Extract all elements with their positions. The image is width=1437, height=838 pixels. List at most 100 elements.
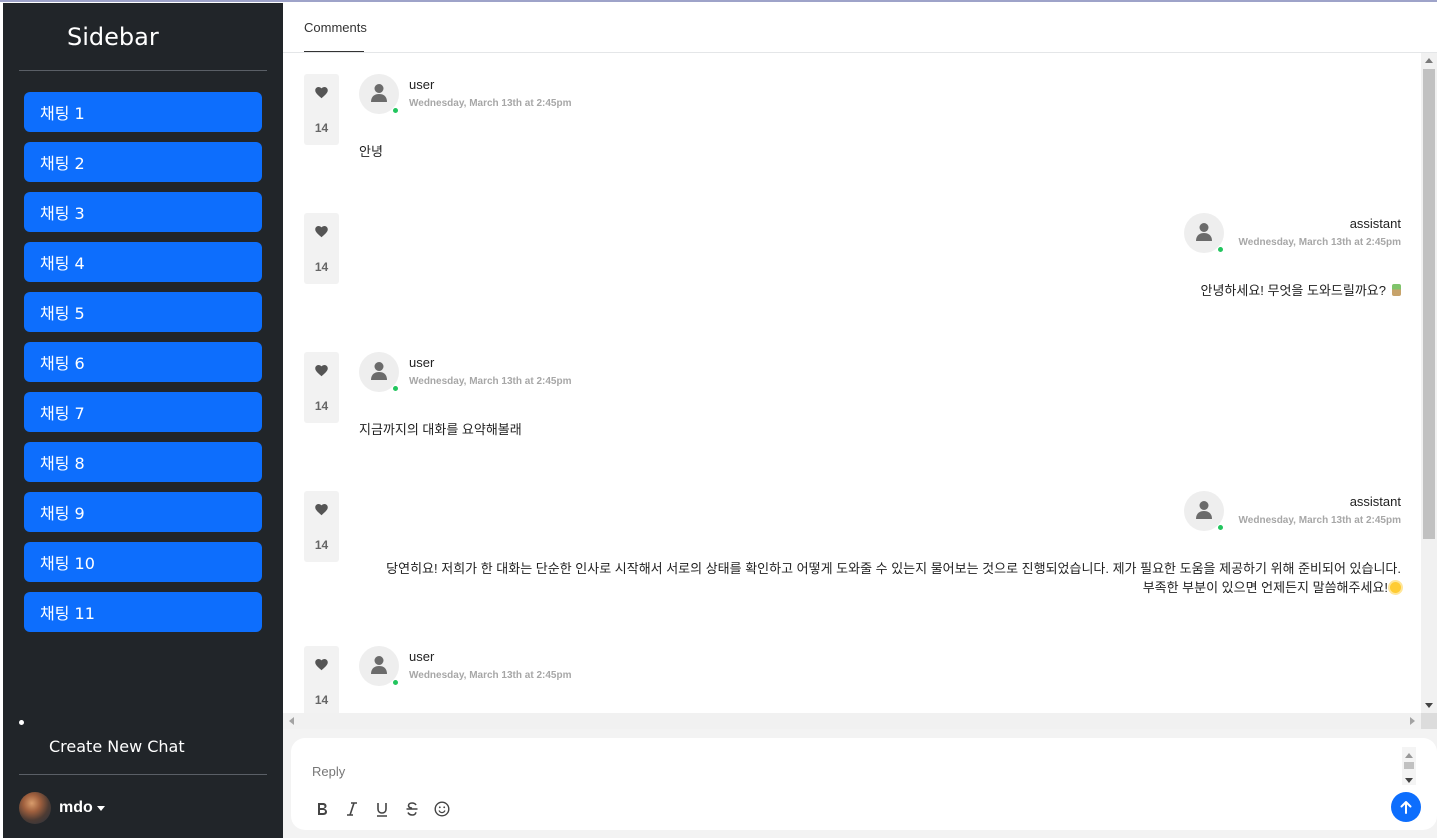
scroll-down-arrow-icon[interactable] <box>1425 703 1433 708</box>
profile-dropdown[interactable]: mdo <box>19 791 105 825</box>
tab-comments[interactable]: Comments <box>304 20 367 52</box>
comment-author: user <box>409 77 435 92</box>
heart-icon[interactable] <box>314 502 329 516</box>
like-box: 14 <box>304 646 339 713</box>
scrollbar-thumb[interactable] <box>1404 762 1414 769</box>
comment-author: user <box>409 355 435 370</box>
chat-item-3[interactable]: 채팅 3 <box>24 192 262 232</box>
chat-item-2[interactable]: 채팅 2 <box>24 142 262 182</box>
user-icon <box>1196 501 1212 519</box>
like-count: 14 <box>314 399 329 413</box>
heart-icon[interactable] <box>314 363 329 377</box>
like-box: 14 <box>304 491 339 562</box>
chat-item-4[interactable]: 채팅 4 <box>24 242 262 282</box>
avatar <box>359 646 399 686</box>
scrollbar-corner <box>1421 713 1437 729</box>
comment-author: assistant <box>1349 216 1401 231</box>
scroll-left-arrow-icon[interactable] <box>289 717 294 725</box>
caret-down-icon <box>96 805 105 811</box>
italic-icon <box>347 802 357 816</box>
comment-text-line-2: 부족한 부분이 있으면 언제든지 말씀해주세요! <box>386 578 1401 597</box>
main-panel: Comments 14 user Wednesday, March 13th a… <box>283 2 1437 838</box>
underline-button[interactable] <box>367 798 397 820</box>
comment-text: 안녕하세요! 무엇을 도와드릴까요? <box>1200 283 1386 298</box>
strikethrough-button[interactable] <box>397 798 427 820</box>
profile-name: mdo <box>59 799 93 816</box>
scroll-up-arrow-icon[interactable] <box>1405 753 1413 758</box>
like-count: 14 <box>314 260 329 274</box>
chat-list: 채팅 1 채팅 2 채팅 3 채팅 4 채팅 5 채팅 6 채팅 7 채팅 8 … <box>24 92 262 642</box>
list-bullet <box>19 720 24 725</box>
create-new-chat-button[interactable]: Create New Chat <box>49 737 185 756</box>
bold-icon <box>318 803 327 815</box>
user-icon <box>371 84 387 102</box>
vertical-scrollbar[interactable] <box>1421 53 1437 713</box>
comment-body: 지금까지의 대화를 요약해볼래 <box>359 420 522 439</box>
chat-item-5[interactable]: 채팅 5 <box>24 292 262 332</box>
user-icon <box>371 656 387 674</box>
avatar <box>1184 213 1224 253</box>
comment-body: 안녕하세요! 무엇을 도와드릴까요? <box>1200 281 1401 300</box>
comment-timestamp: Wednesday, March 13th at 2:45pm <box>1238 515 1401 526</box>
chat-item-10[interactable]: 채팅 10 <box>24 542 262 582</box>
like-box: 14 <box>304 213 339 284</box>
potted-plant-icon <box>1392 284 1401 296</box>
horizontal-scrollbar[interactable] <box>283 713 1421 729</box>
chat-item-8[interactable]: 채팅 8 <box>24 442 262 482</box>
online-indicator <box>392 107 399 114</box>
underline-icon <box>377 803 387 817</box>
strikethrough-icon <box>406 802 418 816</box>
tab-bar: Comments <box>283 2 1437 53</box>
send-button[interactable] <box>1391 792 1421 822</box>
heart-icon[interactable] <box>314 657 329 671</box>
sidebar-title: Sidebar <box>67 23 159 51</box>
scroll-up-arrow-icon[interactable] <box>1425 58 1433 63</box>
online-indicator <box>1217 246 1224 253</box>
heart-icon[interactable] <box>314 85 329 99</box>
sidebar-divider-bottom <box>19 774 267 775</box>
chat-item-7[interactable]: 채팅 7 <box>24 392 262 432</box>
comment-timestamp: Wednesday, March 13th at 2:45pm <box>1238 237 1401 248</box>
comment-text-line: 당연히요! 저희가 한 대화는 단순한 인사로 시작해서 서로의 상태를 확인하… <box>386 561 1401 576</box>
emoji-button[interactable] <box>427 798 457 820</box>
comment-text: 부족한 부분이 있으면 언제든지 말씀해주세요! <box>1142 580 1388 595</box>
like-box: 14 <box>304 74 339 145</box>
italic-button[interactable] <box>337 798 367 820</box>
scrollbar-thumb[interactable] <box>1423 69 1435 539</box>
reply-area <box>283 729 1437 838</box>
like-count: 14 <box>314 693 329 707</box>
avatar <box>359 74 399 114</box>
sidebar-divider <box>19 70 267 71</box>
chat-item-11[interactable]: 채팅 11 <box>24 592 262 632</box>
avatar <box>1184 491 1224 531</box>
comment-body: 안녕 <box>359 142 383 161</box>
online-indicator <box>392 385 399 392</box>
chat-item-6[interactable]: 채팅 6 <box>24 342 262 382</box>
like-box: 14 <box>304 352 339 423</box>
avatar <box>19 792 51 824</box>
comment-timestamp: Wednesday, March 13th at 2:45pm <box>409 376 572 387</box>
user-icon <box>371 362 387 380</box>
sidebar: Sidebar 채팅 1 채팅 2 채팅 3 채팅 4 채팅 5 채팅 6 채팅… <box>3 3 283 838</box>
comment-timestamp: Wednesday, March 13th at 2:45pm <box>409 670 572 681</box>
chat-item-1[interactable]: 채팅 1 <box>24 92 262 132</box>
like-count: 14 <box>314 538 329 552</box>
sun-icon <box>1390 582 1401 593</box>
comment-body: 당연히요! 저희가 한 대화는 단순한 인사로 시작해서 서로의 상태를 확인하… <box>386 559 1401 597</box>
reply-scrollbar[interactable] <box>1402 747 1416 785</box>
scroll-right-arrow-icon[interactable] <box>1410 717 1415 725</box>
comment-author: user <box>409 649 435 664</box>
chat-item-9[interactable]: 채팅 9 <box>24 492 262 532</box>
reply-box <box>291 738 1437 830</box>
app-window: Sidebar 채팅 1 채팅 2 채팅 3 채팅 4 채팅 5 채팅 6 채팅… <box>0 0 1437 838</box>
scroll-down-arrow-icon[interactable] <box>1405 778 1413 783</box>
comment-author: assistant <box>1349 494 1401 509</box>
comment-text: 안녕 <box>359 144 383 159</box>
bold-button[interactable] <box>307 798 337 820</box>
online-indicator <box>392 679 399 686</box>
user-icon <box>1196 223 1212 241</box>
reply-input[interactable] <box>312 760 1392 782</box>
avatar <box>359 352 399 392</box>
heart-icon[interactable] <box>314 224 329 238</box>
comment-timestamp: Wednesday, March 13th at 2:45pm <box>409 98 572 109</box>
